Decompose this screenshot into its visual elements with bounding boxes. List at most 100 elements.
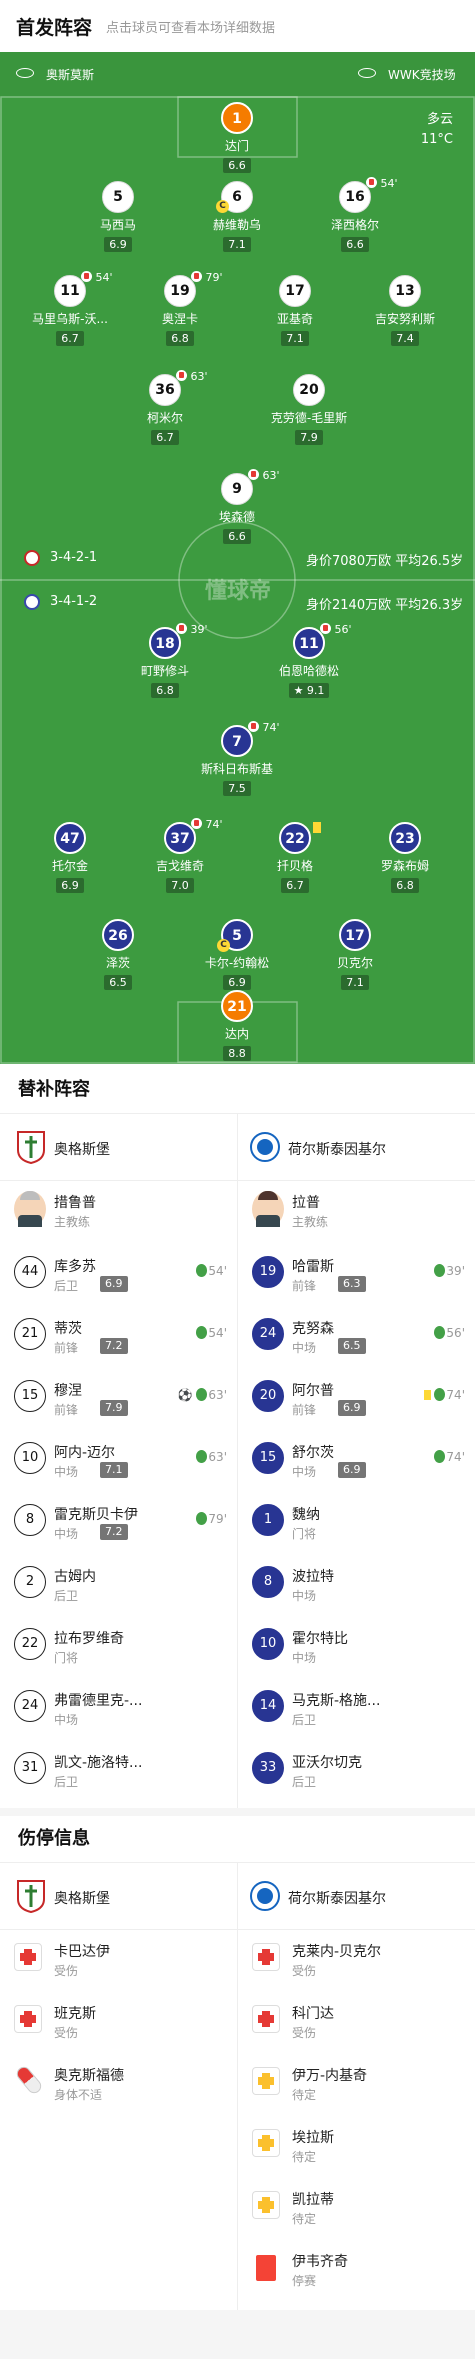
sub-row[interactable]: 14 马克斯-格施... 后卫 bbox=[238, 1678, 475, 1740]
player-home-5[interactable]: 5 马西马 6.9 bbox=[63, 181, 173, 252]
sub-in-time: 63' bbox=[196, 1450, 227, 1464]
sub-row[interactable]: 10 霍尔特比 中场 bbox=[238, 1616, 475, 1678]
pitch: 奥斯莫斯 WWK竞技场 多云 11°C 懂球帝 3-4-2-1 身价7080万欧… bbox=[0, 52, 475, 1064]
sub-position: 后卫 bbox=[54, 1589, 79, 1603]
player-home-13[interactable]: 13 吉安努利斯 7.4 bbox=[350, 275, 460, 346]
sub-rating: 6.5 bbox=[338, 1338, 366, 1354]
injury-row[interactable]: 班克斯 受伤 bbox=[0, 1991, 237, 2053]
sub-number: 2 bbox=[14, 1566, 46, 1598]
injury-row[interactable]: 伊韦齐奇 停赛 bbox=[238, 2239, 475, 2301]
sub-row[interactable]: 31 凯文-施洛特... 后卫 bbox=[0, 1740, 237, 1802]
sub-row[interactable]: 44 库多苏 后卫 6.9 54' bbox=[0, 1244, 237, 1306]
injury-status: 待定 bbox=[292, 2212, 317, 2226]
sub-name: 穆涅 bbox=[54, 1383, 82, 1399]
player-number: 21 bbox=[221, 990, 253, 1022]
player-home-36[interactable]: 36 柯米尔 6.7 63' bbox=[110, 370, 220, 445]
player-number: 1 bbox=[221, 102, 253, 134]
player-number: 13 bbox=[389, 275, 421, 307]
sub-row[interactable]: 22 拉布罗维奇 门将 bbox=[0, 1616, 237, 1678]
yellow-card-icon bbox=[313, 822, 321, 833]
coach-name: 拉普 bbox=[292, 1195, 320, 1211]
player-away-26[interactable]: 26 泽茨 6.5 bbox=[63, 919, 173, 990]
sub-off-marker: 63' bbox=[176, 370, 208, 383]
player-away-37[interactable]: 37 吉戈维奇 7.0 74' bbox=[125, 818, 235, 893]
sub-row[interactable]: 24 弗雷德里克-... 中场 bbox=[0, 1678, 237, 1740]
player-name: 达内 bbox=[224, 1027, 249, 1041]
player-away-7[interactable]: 7 斯科日布斯基 7.5 74' bbox=[182, 721, 292, 796]
stadium-icon bbox=[358, 68, 376, 78]
player-name: 埃森德 bbox=[218, 510, 255, 524]
player-name: 吉安努利斯 bbox=[374, 312, 435, 326]
injury-row[interactable]: 克莱内-贝克尔 受伤 bbox=[238, 1929, 475, 1991]
sub-row[interactable]: 15 穆涅 前锋 7.9 ⚽ 63' bbox=[0, 1368, 237, 1430]
medical-kit-icon bbox=[252, 2129, 280, 2157]
away-team-name: 荷尔斯泰因基尔 bbox=[288, 1891, 386, 1907]
sub-rating: 6.9 bbox=[100, 1276, 128, 1292]
sub-name: 波拉特 bbox=[292, 1569, 334, 1585]
player-away-47[interactable]: 47 托尔金 6.9 bbox=[15, 822, 125, 893]
sub-row[interactable]: 2 古姆内 后卫 bbox=[0, 1554, 237, 1616]
sub-row[interactable]: 33 亚沃尔切克 后卫 bbox=[238, 1740, 475, 1802]
player-home-1[interactable]: 1 达门 6.6 bbox=[182, 102, 292, 173]
sub-row[interactable]: 21 蒂茨 前锋 7.2 54' bbox=[0, 1306, 237, 1368]
sub-row[interactable]: 24 克努森 中场 6.5 56' bbox=[238, 1306, 475, 1368]
sub-in-time: 54' bbox=[196, 1326, 227, 1340]
sub-row[interactable]: 19 哈雷斯 前锋 6.3 39' bbox=[238, 1244, 475, 1306]
injury-row[interactable]: 奥克斯福德 身体不适 bbox=[0, 2053, 237, 2115]
medical-kit-icon bbox=[252, 2067, 280, 2095]
sub-name: 魏纳 bbox=[292, 1507, 320, 1523]
player-name: 赫维勒乌 bbox=[212, 218, 261, 232]
player-rating: 6.8 bbox=[391, 878, 419, 893]
player-home-9[interactable]: 9 埃森德 6.6 63' bbox=[182, 469, 292, 544]
player-away-11[interactable]: 11 伯恩哈德松 ★ 9.1 56' bbox=[254, 623, 364, 698]
home-coach-row[interactable]: 措鲁普 主教练 bbox=[0, 1180, 237, 1242]
player-away-21[interactable]: 21 达内 8.8 bbox=[182, 990, 292, 1061]
injury-row[interactable]: 凯拉蒂 待定 bbox=[238, 2177, 475, 2239]
player-home-19[interactable]: 19 奥涅卡 6.8 79' bbox=[125, 271, 235, 346]
player-name: 柯米尔 bbox=[146, 411, 183, 425]
sub-row[interactable]: 8 雷克斯贝卡伊 中场 7.2 79' bbox=[0, 1492, 237, 1554]
injury-row[interactable]: 卡巴达伊 受伤 bbox=[0, 1929, 237, 1991]
subs-title: 替补阵容 bbox=[18, 1079, 90, 1100]
injury-row[interactable]: 埃拉斯 待定 bbox=[238, 2115, 475, 2177]
injury-row[interactable]: 伊万-内基奇 待定 bbox=[238, 2053, 475, 2115]
player-home-11[interactable]: 11 马里乌斯-沃... 6.7 54' bbox=[15, 271, 125, 346]
player-away-18[interactable]: 18 町野修斗 6.8 39' bbox=[110, 623, 220, 698]
player-away-22[interactable]: 22 扦贝格 6.7 bbox=[240, 822, 350, 893]
sub-in-time: 56' bbox=[434, 1326, 465, 1340]
lineup-header: 首发阵容 点击球员可查看本场详细数据 bbox=[0, 0, 475, 52]
sub-row[interactable]: 20 阿尔普 前锋 6.9 74' bbox=[238, 1368, 475, 1430]
player-away-23[interactable]: 23 罗森布姆 6.8 bbox=[350, 822, 460, 893]
sub-name: 拉布罗维奇 bbox=[54, 1631, 124, 1647]
away-coach-row[interactable]: 拉普 主教练 bbox=[238, 1180, 475, 1242]
player-name: 奥涅卡 bbox=[161, 312, 198, 326]
player-rating: 6.7 bbox=[281, 878, 309, 893]
sub-name: 雷克斯贝卡伊 bbox=[54, 1507, 138, 1523]
sub-row[interactable]: 1 魏纳 门将 bbox=[238, 1492, 475, 1554]
sub-number: 24 bbox=[14, 1690, 46, 1722]
sub-rating: 7.2 bbox=[100, 1338, 128, 1354]
captain-icon: C bbox=[216, 200, 229, 213]
player-home-20[interactable]: 20 克劳德-毛里斯 7.9 bbox=[254, 374, 364, 445]
injury-player-name: 伊韦齐奇 bbox=[292, 2254, 348, 2270]
player-away-17[interactable]: 17 贝克尔 7.1 bbox=[300, 919, 410, 990]
sub-row[interactable]: 8 波拉特 中场 bbox=[238, 1554, 475, 1616]
player-home-16[interactable]: 16 泽西格尔 6.6 54' bbox=[300, 177, 410, 252]
sub-number: 10 bbox=[14, 1442, 46, 1474]
player-name: 扦贝格 bbox=[276, 859, 313, 873]
player-away-5[interactable]: 5C 卡尔-约翰松 6.9 bbox=[182, 919, 292, 990]
sub-row[interactable]: 10 阿内-迈尔 中场 7.1 63' bbox=[0, 1430, 237, 1492]
player-name: 亚基奇 bbox=[276, 312, 313, 326]
sub-number: 19 bbox=[252, 1256, 284, 1288]
sub-rating: 7.1 bbox=[100, 1462, 128, 1478]
coach-avatar bbox=[252, 1191, 284, 1227]
injury-row[interactable]: 科门达 受伤 bbox=[238, 1991, 475, 2053]
player-home-6[interactable]: 6C 赫维勒乌 7.1 bbox=[182, 181, 292, 252]
sub-position: 后卫 bbox=[54, 1775, 79, 1789]
sub-rating: 7.9 bbox=[100, 1400, 128, 1416]
sub-row[interactable]: 15 舒尔茨 中场 6.9 74' bbox=[238, 1430, 475, 1492]
sub-number: 33 bbox=[252, 1752, 284, 1784]
sub-position: 中场 bbox=[292, 1465, 317, 1479]
player-rating: 7.5 bbox=[223, 781, 251, 796]
player-home-17[interactable]: 17 亚基奇 7.1 bbox=[240, 275, 350, 346]
